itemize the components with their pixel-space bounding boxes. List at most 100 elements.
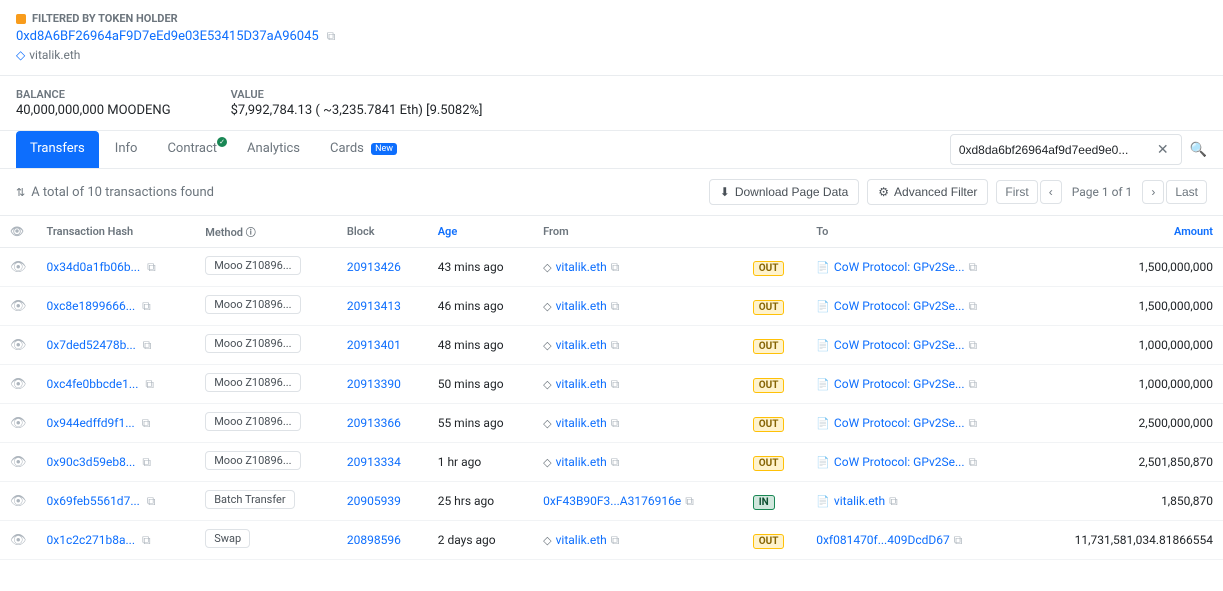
copy-to-icon-2[interactable]: ⧉ — [969, 338, 978, 353]
copy-tx-icon-6[interactable]: ⧉ — [147, 494, 156, 508]
direction-badge-3: OUT — [753, 378, 785, 393]
from-link-0[interactable]: vitalik.eth — [556, 260, 607, 274]
to-cell-1: 📄 CoW Protocol: GPv2Se... ⧉ — [816, 299, 1018, 314]
copy-tx-icon-7[interactable]: ⧉ — [142, 533, 151, 547]
copy-tx-icon-5[interactable]: ⧉ — [142, 455, 151, 469]
copy-to-icon-6[interactable]: ⧉ — [889, 494, 898, 509]
to-link-0[interactable]: CoW Protocol: GPv2Se... — [834, 260, 965, 274]
copy-from-icon-0[interactable]: ⧉ — [611, 260, 620, 275]
copy-tx-icon-2[interactable]: ⧉ — [143, 338, 152, 352]
copy-from-icon-3[interactable]: ⧉ — [611, 377, 620, 392]
token-holder-address[interactable]: 0xd8A6BF26964aF9D7eEd9e03E53415D37aA9604… — [16, 29, 319, 44]
block-link-3[interactable]: 20913390 — [347, 377, 401, 391]
to-link-6[interactable]: vitalik.eth — [834, 494, 885, 508]
row-direction-7: OUT — [743, 521, 806, 560]
row-eye-1[interactable]: 👁 — [0, 287, 37, 326]
row-to-6: 📄 vitalik.eth ⧉ — [806, 482, 1028, 521]
row-eye-3[interactable]: 👁 — [0, 365, 37, 404]
toolbar-right: ⬇ Download Page Data ⚙ Advanced Filter F… — [709, 179, 1207, 205]
search-input[interactable] — [959, 143, 1149, 157]
from-cell-4: ◇ vitalik.eth ⧉ — [543, 416, 733, 431]
advanced-filter-button[interactable]: ⚙ Advanced Filter — [867, 179, 988, 205]
tab-analytics[interactable]: Analytics — [233, 131, 314, 168]
tab-info[interactable]: Info — [101, 131, 152, 168]
copy-from-icon-4[interactable]: ⧉ — [611, 416, 620, 431]
row-eye-2[interactable]: 👁 — [0, 326, 37, 365]
balance-value: 40,000,000,000 MOODENG — [16, 103, 171, 118]
copy-from-icon-1[interactable]: ⧉ — [611, 299, 620, 314]
row-eye-6[interactable]: 👁 — [0, 482, 37, 521]
tx-hash-link-5[interactable]: 0x90c3d59eb8... — [47, 455, 136, 469]
download-icon: ⬇ — [720, 185, 730, 199]
first-page-button[interactable]: First — [996, 180, 1037, 204]
from-link-2[interactable]: vitalik.eth — [556, 338, 607, 352]
copy-tx-icon-1[interactable]: ⧉ — [142, 299, 151, 313]
row-eye-4[interactable]: 👁 — [0, 404, 37, 443]
block-link-4[interactable]: 20913366 — [347, 416, 401, 430]
search-input-wrap[interactable]: ✕ — [950, 134, 1182, 165]
copy-from-icon-2[interactable]: ⧉ — [611, 338, 620, 353]
from-link-3[interactable]: vitalik.eth — [556, 377, 607, 391]
block-link-5[interactable]: 20913334 — [347, 455, 401, 469]
from-cell-0: ◇ vitalik.eth ⧉ — [543, 260, 733, 275]
block-link-6[interactable]: 20905939 — [347, 494, 401, 508]
to-link-5[interactable]: CoW Protocol: GPv2Se... — [834, 455, 965, 469]
search-icon-button[interactable]: 🔍 — [1190, 141, 1207, 158]
block-link-7[interactable]: 20898596 — [347, 533, 401, 547]
row-eye-0[interactable]: 👁 — [0, 248, 37, 287]
to-link-1[interactable]: CoW Protocol: GPv2Se... — [834, 299, 965, 313]
from-link-4[interactable]: vitalik.eth — [556, 416, 607, 430]
copy-address-icon[interactable]: ⧉ — [327, 29, 336, 44]
block-link-0[interactable]: 20913426 — [347, 260, 401, 274]
copy-from-icon-7[interactable]: ⧉ — [611, 533, 620, 548]
tx-hash-link-6[interactable]: 0x69feb5561d7... — [47, 494, 140, 508]
tab-cards[interactable]: Cards New — [316, 131, 411, 168]
to-link-4[interactable]: CoW Protocol: GPv2Se... — [834, 416, 965, 430]
tx-hash-link-0[interactable]: 0x34d0a1fb06b... — [47, 260, 141, 274]
row-method-3: Mooo Z10896... — [195, 365, 337, 404]
download-button[interactable]: ⬇ Download Page Data — [709, 179, 859, 205]
transactions-table-wrapper: 👁 Transaction Hash Method ⓘ Block Age Fr… — [0, 216, 1223, 560]
to-cell-0: 📄 CoW Protocol: GPv2Se... ⧉ — [816, 260, 1018, 275]
row-direction-4: OUT — [743, 404, 806, 443]
copy-tx-icon-3[interactable]: ⧉ — [145, 377, 154, 391]
copy-from-icon-6[interactable]: ⧉ — [685, 494, 694, 509]
from-link-5[interactable]: vitalik.eth — [556, 455, 607, 469]
copy-to-icon-3[interactable]: ⧉ — [969, 377, 978, 392]
prev-page-button[interactable]: ‹ — [1040, 180, 1062, 204]
block-link-1[interactable]: 20913413 — [347, 299, 401, 313]
contract-icon: 📄 — [816, 378, 830, 391]
row-block-1: 20913413 — [337, 287, 428, 326]
row-from-6: 0xF43B90F3...A3176916e ⧉ — [533, 482, 743, 521]
search-clear-button[interactable]: ✕ — [1153, 139, 1173, 160]
next-page-button[interactable]: › — [1142, 180, 1164, 204]
tx-hash-link-3[interactable]: 0xc4fe0bbcde1... — [47, 377, 139, 391]
method-badge-6: Batch Transfer — [205, 490, 294, 509]
toolbar-total-text: ⇅ A total of 10 transactions found — [16, 185, 701, 200]
copy-tx-icon-4[interactable]: ⧉ — [142, 416, 151, 430]
to-link-7[interactable]: 0xf081470f...409DcdD67 — [816, 533, 950, 547]
tx-hash-link-2[interactable]: 0x7ded52478b... — [47, 338, 136, 352]
copy-to-icon-7[interactable]: ⧉ — [954, 533, 963, 548]
tab-transfers[interactable]: Transfers — [16, 131, 99, 168]
block-link-2[interactable]: 20913401 — [347, 338, 401, 352]
copy-tx-icon-0[interactable]: ⧉ — [147, 260, 156, 274]
copy-to-icon-1[interactable]: ⧉ — [969, 299, 978, 314]
copy-from-icon-5[interactable]: ⧉ — [611, 455, 620, 470]
to-link-2[interactable]: CoW Protocol: GPv2Se... — [834, 338, 965, 352]
row-eye-7[interactable]: 👁 — [0, 521, 37, 560]
row-eye-5[interactable]: 👁 — [0, 443, 37, 482]
tx-hash-link-1[interactable]: 0xc8e1899666... — [47, 299, 136, 313]
from-link-6[interactable]: 0xF43B90F3...A3176916e — [543, 494, 681, 508]
tx-hash-link-7[interactable]: 0x1c2c271b8a... — [47, 533, 135, 547]
to-link-3[interactable]: CoW Protocol: GPv2Se... — [834, 377, 965, 391]
copy-to-icon-5[interactable]: ⧉ — [969, 455, 978, 470]
from-link-7[interactable]: vitalik.eth — [556, 533, 607, 547]
copy-to-icon-4[interactable]: ⧉ — [969, 416, 978, 431]
tab-contract[interactable]: Contract ✓ — [153, 131, 231, 168]
copy-to-icon-0[interactable]: ⧉ — [969, 260, 978, 275]
from-link-1[interactable]: vitalik.eth — [556, 299, 607, 313]
last-page-button[interactable]: Last — [1166, 180, 1207, 204]
col-method: Method ⓘ — [195, 216, 337, 248]
tx-hash-link-4[interactable]: 0x944edffd9f1... — [47, 416, 135, 430]
